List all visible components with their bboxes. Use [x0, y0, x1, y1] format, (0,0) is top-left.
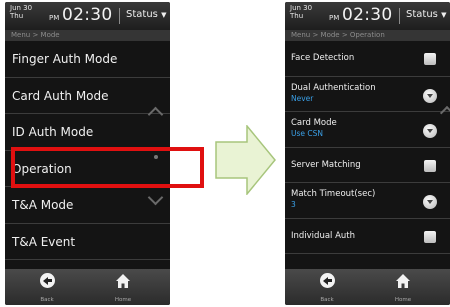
highlight-box: [11, 147, 204, 188]
back-label: Back: [320, 297, 334, 303]
date-display: Jun 30 Thu: [290, 4, 312, 20]
setting-dual-authentication[interactable]: Dual Authentication Never: [285, 77, 450, 112]
setting-server-matching[interactable]: Server Matching: [285, 148, 450, 183]
back-button[interactable]: Back: [307, 272, 347, 304]
status-bar: Jun 30 Thu PM 02:30 Status ▼: [285, 2, 450, 30]
individual-auth-checkbox[interactable]: [424, 230, 436, 243]
status-menu-button[interactable]: Status ▼: [126, 9, 166, 20]
ampm-label: PM: [49, 14, 60, 22]
transition-arrow-icon: [215, 125, 276, 195]
menu-item-card-auth-mode[interactable]: Card Auth Mode: [5, 78, 170, 114]
clock-time: 02:30: [62, 5, 113, 25]
card-mode-dropdown[interactable]: [423, 124, 437, 138]
right-device-screen: Jun 30 Thu PM 02:30 Status ▼ Menu > Mode…: [285, 2, 450, 305]
match-timeout-dropdown[interactable]: [423, 195, 437, 209]
status-bar: Jun 30 Thu PM 02:30 Status ▼: [5, 2, 170, 30]
back-button[interactable]: Back: [27, 272, 67, 304]
breadcrumb: Menu > Mode > Operation: [285, 30, 450, 41]
setting-label: Face Detection: [291, 53, 355, 63]
settings-list: Face Detection Dual Authentication Never…: [285, 41, 450, 254]
back-arrow-icon: [40, 273, 55, 288]
status-divider: [119, 8, 120, 24]
clock-time: 02:30: [342, 5, 393, 25]
menu-item-id-auth-mode[interactable]: ID Auth Mode: [5, 114, 170, 151]
home-icon: [116, 274, 130, 288]
status-label: Status: [126, 9, 158, 20]
chevron-down-icon: ▼: [161, 11, 167, 19]
home-icon: [396, 274, 410, 288]
menu-item-finger-auth-mode[interactable]: Finger Auth Mode: [5, 41, 170, 78]
back-label: Back: [40, 297, 54, 303]
date-display: Jun 30 Thu: [10, 4, 32, 20]
home-button[interactable]: Home: [383, 272, 423, 304]
setting-card-mode[interactable]: Card Mode Use CSN: [285, 112, 450, 148]
face-detection-checkbox[interactable]: [424, 53, 436, 65]
date-line: Jun 30: [290, 4, 313, 12]
status-label: Status: [406, 9, 438, 20]
home-label: Home: [114, 297, 132, 303]
day-line: Thu: [10, 12, 24, 20]
menu-item-ta-event[interactable]: T&A Event: [5, 224, 170, 260]
status-menu-button[interactable]: Status ▼: [406, 9, 446, 20]
bottom-nav-bar: Back Home: [5, 269, 170, 305]
date-line: Jun 30: [10, 4, 33, 12]
menu-item-ta-mode[interactable]: T&A Mode: [5, 187, 170, 224]
setting-label: Individual Auth: [291, 230, 356, 241]
setting-individual-auth[interactable]: Individual Auth: [285, 219, 450, 254]
setting-face-detection[interactable]: Face Detection: [285, 41, 450, 77]
status-divider: [399, 8, 400, 24]
home-button[interactable]: Home: [103, 272, 143, 304]
day-line: Thu: [290, 12, 304, 20]
breadcrumb: Menu > Mode: [5, 30, 170, 41]
home-label: Home: [394, 297, 412, 303]
bottom-nav-bar: Back Home: [285, 269, 450, 305]
setting-match-timeout[interactable]: Match Timeout(sec) 3: [285, 183, 450, 219]
back-arrow-icon: [320, 273, 335, 288]
ampm-label: PM: [329, 14, 340, 22]
setting-label: Server Matching: [291, 159, 361, 170]
dual-authentication-dropdown[interactable]: [423, 88, 437, 103]
chevron-down-icon: ▼: [441, 11, 447, 19]
server-matching-checkbox[interactable]: [424, 159, 436, 172]
